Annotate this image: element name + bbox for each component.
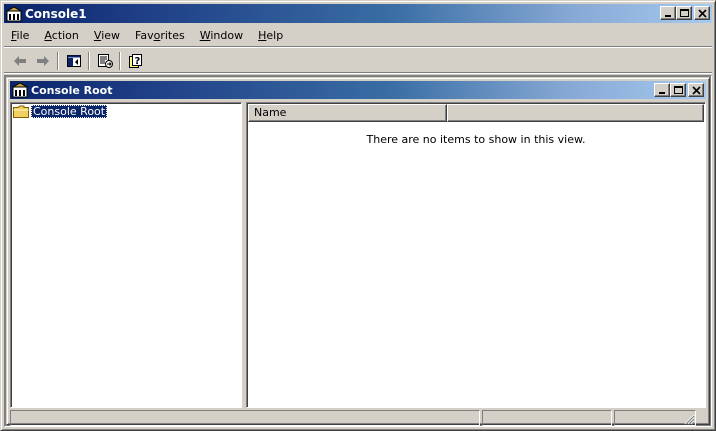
mdi-client-area: Console Root Console Root Name There are… [4,75,712,427]
child-caption-buttons [654,83,704,97]
minimize-icon [665,15,671,17]
list-header: Name [248,104,704,122]
menu-window[interactable]: Window [193,27,250,44]
mmc-app-icon [6,5,22,21]
toolbar-separator [119,51,121,70]
status-panel-main [10,410,480,426]
show-hide-tree-button[interactable] [62,50,85,72]
show-hide-tree-icon [66,54,81,67]
list-pane[interactable]: Name There are no items to show in this … [246,102,706,408]
toolbar-separator [57,51,59,70]
close-button[interactable] [694,6,710,20]
size-grip-icon[interactable] [683,413,695,425]
caption-buttons [660,6,710,20]
forward-button[interactable] [31,50,54,72]
svg-text:?: ? [134,56,140,67]
folder-icon [13,105,29,118]
status-bar [10,410,706,426]
title-bar[interactable]: Console1 [4,4,712,23]
maximize-icon [674,86,683,94]
menu-favorites[interactable]: Favorites [128,27,192,44]
tree-pane[interactable]: Console Root [10,102,242,408]
child-maximize-button[interactable] [670,83,686,97]
toolbar: ? [4,49,712,73]
toolbar-separator [88,51,90,70]
tree-item-label: Console Root [31,105,108,118]
column-header-name[interactable]: Name [248,104,447,122]
forward-arrow-icon [36,55,49,66]
maximize-button[interactable] [676,6,692,20]
menu-file[interactable]: File [4,27,36,44]
menu-bar: File Action View Favorites Window Help [4,25,712,47]
main-window: Console1 File Action View Favorites Wind… [0,0,716,431]
tree-item-console-root[interactable]: Console Root [13,105,108,118]
close-icon [692,86,701,95]
back-arrow-icon [13,55,26,66]
panes: Console Root Name There are no items to … [10,102,706,408]
export-list-icon [97,53,113,68]
close-icon [698,9,707,18]
status-panel-tertiary [614,410,696,426]
empty-list-message: There are no items to show in this view. [366,133,586,146]
menu-action[interactable]: Action [37,27,85,44]
child-close-button[interactable] [688,83,704,97]
help-button[interactable]: ? [124,50,147,72]
minimize-button[interactable] [660,6,676,20]
help-topics-icon: ? [128,53,142,68]
child-window-title: Console Root [31,83,113,97]
column-header-filler [447,104,704,122]
back-button[interactable] [8,50,31,72]
console-root-window: Console Root Console Root Name There are… [6,77,710,426]
menu-help[interactable]: Help [251,27,290,44]
status-panel-secondary [482,410,612,426]
minimize-icon [659,92,665,94]
child-title-bar[interactable]: Console Root [10,81,706,99]
maximize-icon [680,9,689,17]
export-list-button[interactable] [93,50,116,72]
menu-view[interactable]: View [87,27,127,44]
child-minimize-button[interactable] [654,83,670,97]
mmc-document-icon [12,82,28,98]
window-title: Console1 [25,6,87,21]
